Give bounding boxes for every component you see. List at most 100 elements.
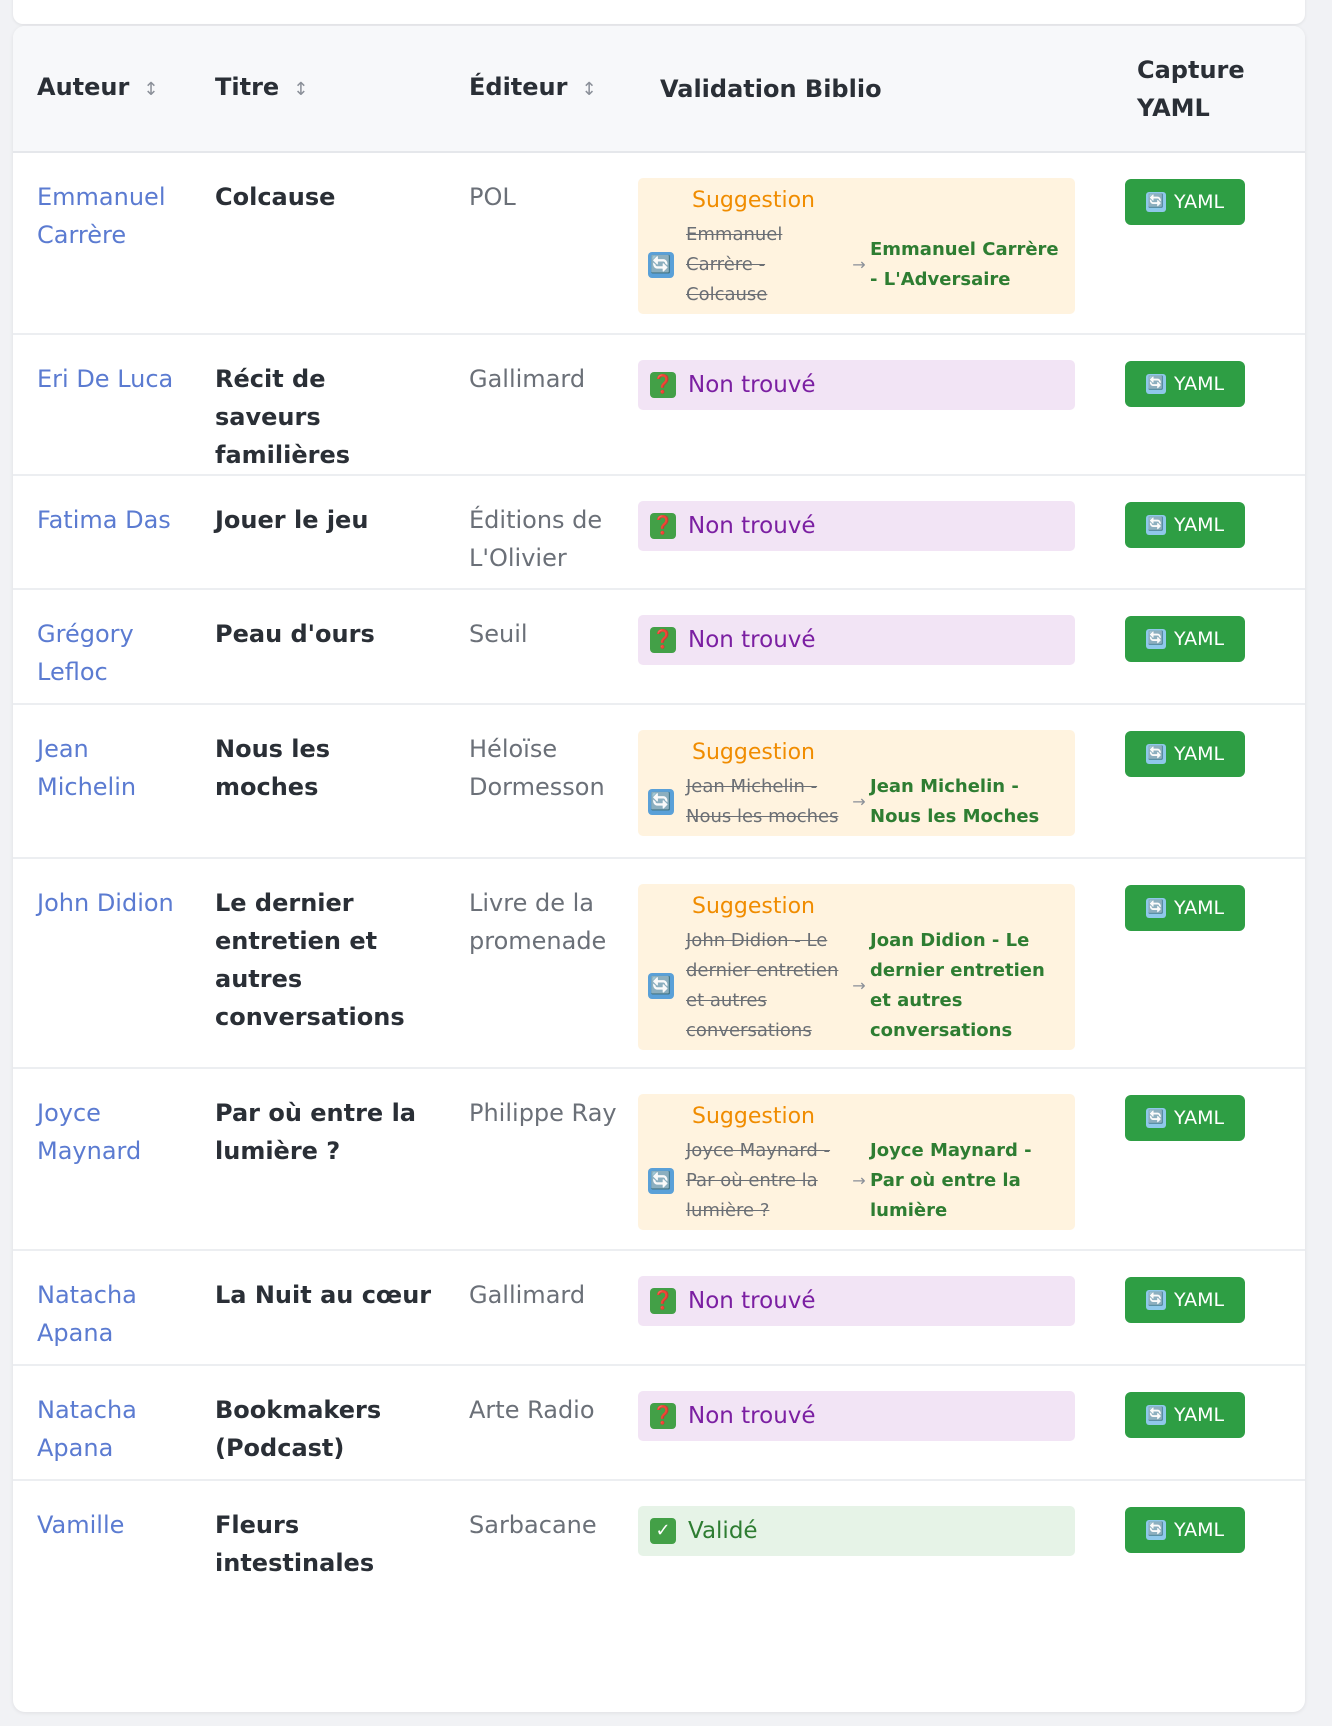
suggested-value[interactable]: Emmanuel Carrère - L'Adversaire: [870, 235, 1061, 295]
table-row: Natacha Apana La Nuit au cœur Gallimard ❓ No…: [13, 1250, 1305, 1365]
yaml-capture-button[interactable]: 🔄 YAML: [1125, 885, 1245, 931]
author-link[interactable]: Natacha Apana: [13, 1250, 191, 1365]
suggestion-box: Suggestion 🔄 Emmanuel Carrère - Colcause → E…: [638, 178, 1075, 314]
question-mark-icon: ❓: [650, 627, 676, 653]
status-text: Non trouvé: [688, 513, 816, 539]
header-editeur[interactable]: Éditeur ↕: [445, 26, 636, 152]
validation-cell: ❓ Non trouvé: [636, 475, 1105, 589]
status-badge-not-found: ❓ Non trouvé: [638, 501, 1075, 551]
suggestion-title: Suggestion: [692, 188, 815, 213]
validation-cell: ❓ Non trouvé: [636, 1250, 1105, 1365]
yaml-capture-button[interactable]: 🔄 YAML: [1125, 179, 1245, 225]
author-link[interactable]: Natacha Apana: [13, 1365, 191, 1480]
header-titre[interactable]: Titre ↕: [191, 26, 445, 152]
yaml-capture-button[interactable]: 🔄 YAML: [1125, 1392, 1245, 1438]
header-validation: Validation Biblio: [660, 74, 882, 103]
status-text: Validé: [688, 1518, 758, 1544]
publisher: Seuil: [469, 620, 528, 648]
status-text: Non trouvé: [688, 1403, 816, 1429]
yaml-capture-button[interactable]: 🔄 YAML: [1125, 731, 1245, 777]
author-link[interactable]: John Didion: [13, 858, 191, 1068]
author-link[interactable]: Eri De Luca: [13, 334, 191, 475]
book-title: Jouer le jeu: [215, 506, 369, 534]
sort-icon[interactable]: ↕: [143, 71, 158, 109]
refresh-icon: 🔄: [648, 252, 674, 278]
arrow-right-icon: →: [852, 792, 866, 811]
yaml-capture-button[interactable]: 🔄 YAML: [1125, 1095, 1245, 1141]
status-text: Non trouvé: [688, 1288, 816, 1314]
capture-cell: 🔄 YAML: [1105, 1250, 1305, 1365]
books-table-card: Auteur ↕ Titre ↕ Éditeur ↕ Validation Bibli…: [13, 26, 1305, 1712]
question-mark-icon: ❓: [650, 372, 676, 398]
refresh-icon: 🔄: [1145, 629, 1166, 649]
status-badge-not-found: ❓ Non trouvé: [638, 1391, 1075, 1441]
yaml-button-label: YAML: [1173, 191, 1225, 213]
sort-icon[interactable]: ↕: [581, 71, 596, 109]
refresh-icon: 🔄: [1145, 1290, 1166, 1310]
validation-cell: ❓ Non trouvé: [636, 1365, 1105, 1480]
yaml-button-label: YAML: [1173, 514, 1225, 536]
refresh-icon: 🔄: [648, 1168, 674, 1194]
book-title: Récit de saveurs familières: [215, 365, 350, 469]
table-body: Emmanuel Carrère Colcause POL Suggestion 🔄 Em…: [13, 152, 1305, 1608]
suggested-value[interactable]: Joyce Maynard - Par où entre la lumière: [870, 1136, 1061, 1226]
publisher: Éditions de L'Olivier: [469, 506, 603, 572]
suggestion-box: Suggestion 🔄 Joyce Maynard - Par où entre …: [638, 1094, 1075, 1230]
suggested-value[interactable]: Jean Michelin - Nous les Moches: [870, 772, 1061, 832]
question-mark-icon: ❓: [650, 513, 676, 539]
book-title: Colcause: [215, 183, 336, 211]
author-link[interactable]: Jean Michelin: [13, 704, 191, 858]
author-link[interactable]: Grégory Lefloc: [13, 589, 191, 704]
yaml-capture-button[interactable]: 🔄 YAML: [1125, 1277, 1245, 1323]
header-capture: Capture YAML: [1137, 55, 1245, 122]
yaml-capture-button[interactable]: 🔄 YAML: [1125, 1507, 1245, 1553]
publisher: Gallimard: [469, 1281, 586, 1309]
author-link[interactable]: Fatima Das: [13, 475, 191, 589]
capture-cell: 🔄 YAML: [1105, 1365, 1305, 1480]
publisher: Philippe Ray: [469, 1099, 617, 1127]
header-auteur[interactable]: Auteur ↕: [13, 26, 191, 152]
yaml-button-label: YAML: [1173, 743, 1225, 765]
refresh-icon: 🔄: [648, 789, 674, 815]
refresh-icon: 🔄: [1145, 1108, 1166, 1128]
status-badge-not-found: ❓ Non trouvé: [638, 360, 1075, 410]
publisher: Livre de la promenade: [469, 889, 607, 955]
yaml-button-label: YAML: [1173, 628, 1225, 650]
refresh-icon: 🔄: [1145, 374, 1166, 394]
original-value: Joyce Maynard - Par où entre la lumière …: [686, 1140, 831, 1221]
capture-cell: 🔄 YAML: [1105, 704, 1305, 858]
status-badge-valid: ✓ Validé: [638, 1506, 1075, 1556]
author-link[interactable]: Vamille: [13, 1480, 191, 1608]
sort-icon[interactable]: ↕: [293, 71, 308, 109]
check-icon: ✓: [650, 1518, 676, 1544]
yaml-button-label: YAML: [1173, 373, 1225, 395]
suggested-value[interactable]: Joan Didion - Le dernier entretien et au…: [870, 926, 1061, 1046]
author-link[interactable]: Joyce Maynard: [13, 1068, 191, 1250]
suggestion-title: Suggestion: [692, 1104, 815, 1129]
original-value: John Didion - Le dernier entretien et au…: [686, 930, 839, 1041]
validation-cell: ❓ Non trouvé: [636, 334, 1105, 475]
capture-cell: 🔄 YAML: [1105, 1068, 1305, 1250]
book-title: Par où entre la lumière ?: [215, 1099, 416, 1165]
yaml-capture-button[interactable]: 🔄 YAML: [1125, 502, 1245, 548]
table-row: Fatima Das Jouer le jeu Éditions de L'Oliv…: [13, 475, 1305, 589]
refresh-icon: 🔄: [1145, 1520, 1166, 1540]
suggestion-box: Suggestion 🔄 John Didion - Le dernier entr…: [638, 884, 1075, 1050]
table-row: Eri De Luca Récit de saveurs familières Ga…: [13, 334, 1305, 475]
table-row: Natacha Apana Bookmakers (Podcast) Arte Ra…: [13, 1365, 1305, 1480]
question-mark-icon: ❓: [650, 1403, 676, 1429]
author-link[interactable]: Emmanuel Carrère: [13, 152, 191, 334]
status-text: Non trouvé: [688, 372, 816, 398]
table-row: Emmanuel Carrère Colcause POL Suggestion 🔄 Em…: [13, 152, 1305, 334]
status-badge-not-found: ❓ Non trouvé: [638, 1276, 1075, 1326]
publisher: Arte Radio: [469, 1396, 595, 1424]
yaml-button-label: YAML: [1173, 1404, 1225, 1426]
book-title: Le dernier entretien et autres conversat…: [215, 889, 405, 1031]
validation-cell: Suggestion 🔄 Emmanuel Carrère - Colcause → E…: [636, 152, 1105, 334]
refresh-icon: 🔄: [648, 973, 674, 999]
original-value: Emmanuel Carrère - Colcause: [686, 224, 783, 305]
book-title: Bookmakers (Podcast): [215, 1396, 382, 1462]
yaml-capture-button[interactable]: 🔄 YAML: [1125, 616, 1245, 662]
yaml-capture-button[interactable]: 🔄 YAML: [1125, 361, 1245, 407]
capture-cell: 🔄 YAML: [1105, 1480, 1305, 1608]
